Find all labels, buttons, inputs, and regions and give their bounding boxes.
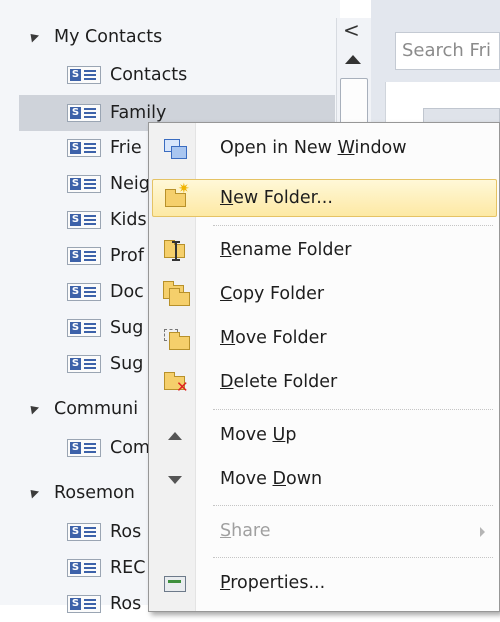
group-label: Rosemon bbox=[54, 483, 135, 503]
new-window-icon bbox=[163, 137, 187, 159]
folder-label: REC bbox=[110, 558, 146, 578]
expand-triangle-icon[interactable] bbox=[26, 30, 40, 43]
move-down-icon bbox=[163, 468, 187, 490]
menu-item-copy-folder[interactable]: Copy Folder bbox=[152, 275, 497, 313]
contact-card-icon: S bbox=[67, 319, 101, 337]
folder-label: Sug bbox=[110, 354, 144, 374]
move-folder-icon bbox=[163, 327, 190, 350]
menu-item-label: Rename Folder bbox=[220, 240, 352, 260]
scroll-up-arrow-icon[interactable] bbox=[345, 55, 361, 64]
menu-separator bbox=[213, 225, 493, 226]
menu-item-properties[interactable]: Properties... bbox=[152, 564, 497, 602]
menu-item-label: Open in New Window bbox=[220, 138, 407, 158]
new-folder-icon: ✷ bbox=[164, 182, 190, 210]
folder-label: Prof bbox=[110, 246, 144, 266]
menu-item-move-folder[interactable]: Move Folder bbox=[152, 319, 497, 357]
contact-card-icon: S bbox=[67, 595, 101, 613]
contact-card-icon: S bbox=[67, 104, 101, 122]
folder-label: Sug bbox=[110, 318, 144, 338]
contact-card-icon: S bbox=[67, 139, 101, 157]
copy-folder-icon bbox=[163, 281, 190, 306]
collapse-pane-button[interactable]: < bbox=[343, 20, 360, 40]
context-menu: Open in New Window ✷ New Folder... Renam… bbox=[148, 122, 500, 612]
menu-item-label: New Folder... bbox=[220, 188, 333, 208]
menu-item-move-down[interactable]: Move Down bbox=[152, 460, 497, 498]
menu-item-open-in-new-window[interactable]: Open in New Window bbox=[152, 129, 497, 167]
rename-folder-icon bbox=[163, 239, 187, 261]
menu-item-move-up[interactable]: Move Up bbox=[152, 416, 497, 454]
folder-label: Neig bbox=[110, 174, 150, 194]
menu-item-label: Properties... bbox=[220, 573, 326, 593]
folder-label: Ros bbox=[110, 594, 142, 614]
contact-card-icon: S bbox=[67, 175, 101, 193]
contact-card-icon: S bbox=[67, 523, 101, 541]
delete-folder-icon: ✕ bbox=[163, 371, 189, 395]
menu-separator bbox=[213, 409, 493, 410]
folder-label: Frie bbox=[110, 138, 142, 158]
folder-label: Ros bbox=[110, 522, 142, 542]
folder-label: Doc bbox=[110, 282, 144, 302]
search-input[interactable]: Search Fri bbox=[395, 32, 500, 70]
submenu-arrow-icon bbox=[480, 527, 485, 537]
menu-item-label: Move Folder bbox=[220, 328, 327, 348]
contact-card-icon: S bbox=[67, 247, 101, 265]
folder-label: Kids bbox=[110, 210, 147, 230]
expand-triangle-icon[interactable] bbox=[26, 402, 40, 415]
expand-triangle-icon[interactable] bbox=[26, 486, 40, 499]
menu-separator bbox=[213, 505, 493, 506]
folder-label: Com bbox=[110, 438, 150, 458]
folder-item-contacts[interactable]: S Contacts bbox=[19, 57, 335, 93]
folder-label: Contacts bbox=[110, 65, 188, 85]
menu-separator bbox=[213, 557, 493, 558]
menu-item-new-folder[interactable]: ✷ New Folder... bbox=[152, 179, 497, 217]
contact-card-icon: S bbox=[67, 559, 101, 577]
menu-item-label: Share bbox=[220, 521, 271, 541]
contact-card-icon: S bbox=[67, 355, 101, 373]
menu-item-label: Delete Folder bbox=[220, 372, 338, 392]
properties-icon bbox=[163, 572, 187, 594]
group-label: My Contacts bbox=[54, 27, 163, 47]
contact-card-icon: S bbox=[67, 66, 101, 84]
group-label: Communi bbox=[54, 399, 139, 419]
menu-item-label: Move Down bbox=[220, 469, 323, 489]
menu-item-label: Copy Folder bbox=[220, 284, 325, 304]
contact-card-icon: S bbox=[67, 439, 101, 457]
contact-card-icon: S bbox=[67, 283, 101, 301]
menu-item-label: Move Up bbox=[220, 425, 297, 445]
menu-item-share[interactable]: Share bbox=[152, 512, 497, 550]
menu-item-rename-folder[interactable]: Rename Folder bbox=[152, 231, 497, 269]
move-up-icon bbox=[163, 424, 187, 446]
contact-card-icon: S bbox=[67, 211, 101, 229]
menu-item-delete-folder[interactable]: ✕ Delete Folder bbox=[152, 363, 497, 401]
